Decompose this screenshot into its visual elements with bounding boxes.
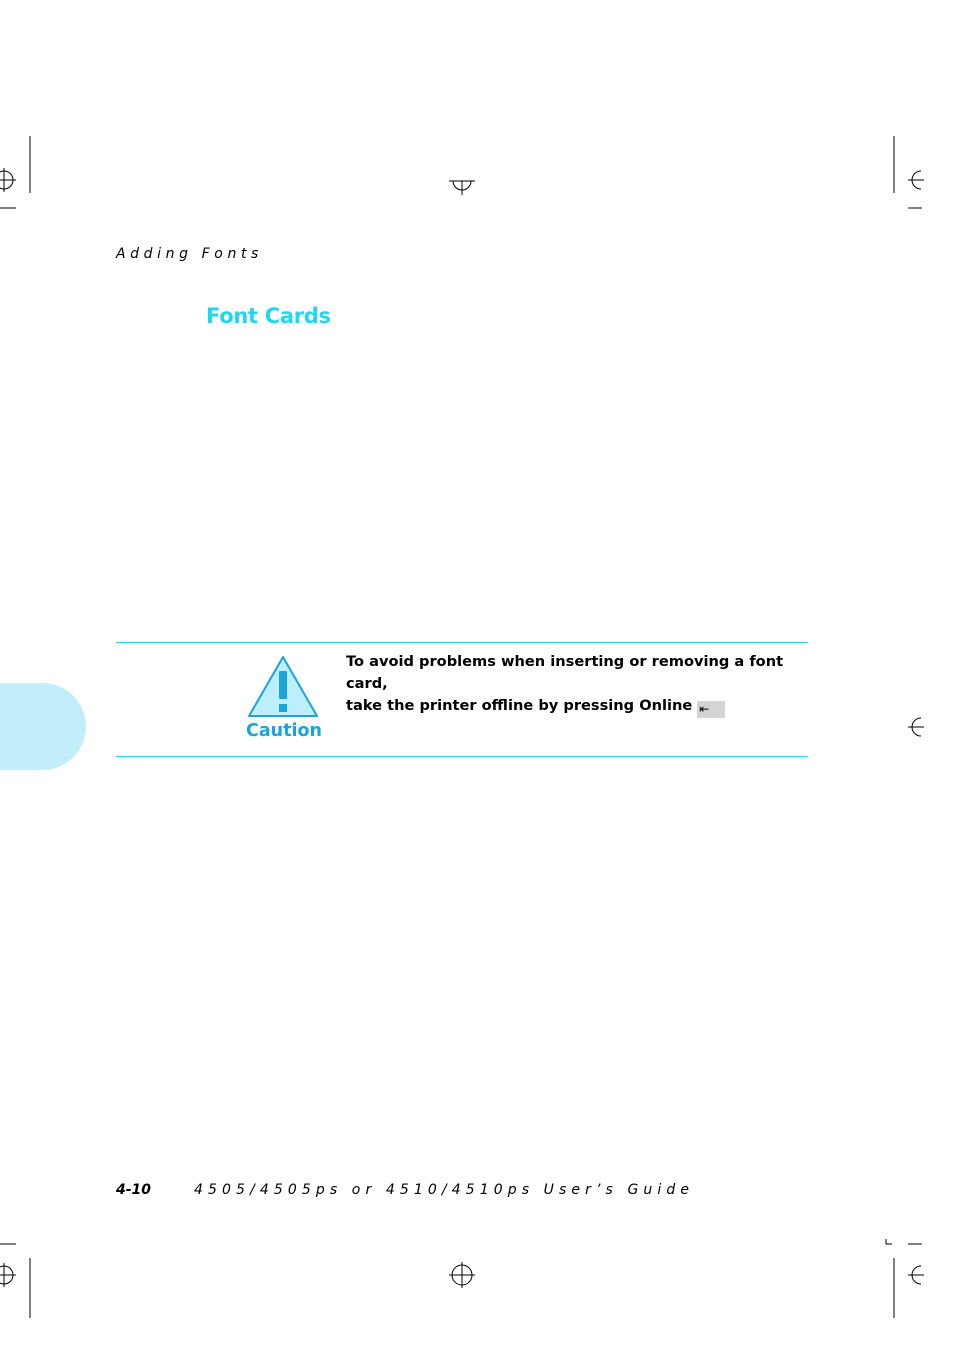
page-number: 4-10 [116, 1182, 152, 1198]
caution-top-rule [116, 642, 808, 643]
caution-bottom-rule [116, 756, 808, 757]
caution-label: Caution [246, 721, 322, 741]
guide-title: 4505/4505ps or 4510/4510ps User’s Guide [194, 1182, 695, 1198]
running-head: Adding Fonts [116, 246, 263, 262]
chapter-tab [0, 683, 86, 770]
caution-triangle-icon [248, 656, 318, 717]
section-title: Font Cards [206, 304, 331, 328]
caution-text-line-2-text: take the printer offline by pressing Onl… [346, 697, 693, 714]
caution-text-line-2: take the printer offline by pressing Onl… [346, 695, 808, 718]
online-key-icon: ⇤ [697, 701, 726, 718]
caution-text-line-1: To avoid problems when inserting or remo… [346, 653, 784, 692]
caution-text: To avoid problems when inserting or remo… [346, 651, 808, 718]
